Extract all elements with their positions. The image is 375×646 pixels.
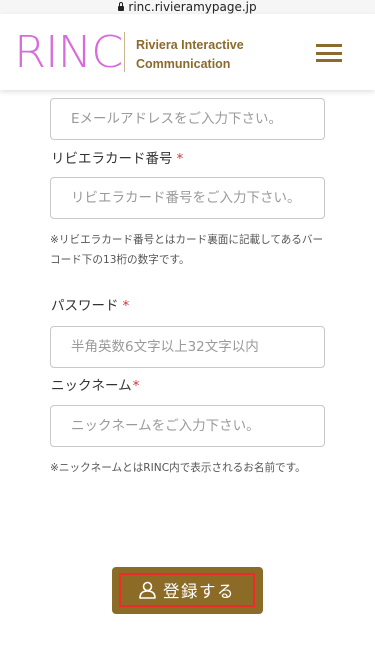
email-field[interactable] (50, 98, 325, 140)
register-button-label: 登録する (163, 582, 235, 601)
required-mark: * (176, 151, 184, 167)
nickname-field[interactable] (50, 405, 325, 447)
menu-bar (316, 44, 342, 47)
nickname-label-text: ニックネーム (51, 378, 132, 394)
card-number-label-text: リビエラカード番号 (51, 151, 173, 167)
nickname-note: ※ニックネームとはRINC内で表示されるお名前です。 (50, 462, 306, 474)
menu-bar (316, 51, 342, 55)
site-tagline: Riviera Interactive Communication (136, 36, 244, 74)
rinc-logo[interactable]: RINC (14, 31, 123, 75)
tagline-line-2: Communication (136, 57, 231, 71)
password-label: パスワード * (51, 294, 129, 314)
browser-url-bar[interactable]: rinc.rivieramypage.jp (0, 0, 375, 14)
tagline-line-1: Riviera Interactive (136, 38, 244, 52)
registration-page: rinc.rivieramypage.jp RINC Riviera Inter… (0, 0, 375, 646)
card-number-note: ※リビエラカード番号とはカード裏面に記載してあるバーコード下の13桁の数字です。 (50, 234, 324, 266)
hamburger-menu-icon[interactable] (316, 44, 342, 62)
required-mark: * (122, 298, 130, 314)
card-number-field[interactable] (50, 177, 325, 219)
password-label-text: パスワード (51, 298, 119, 314)
menu-bar (316, 59, 342, 62)
card-number-label: リビエラカード番号 * (51, 147, 183, 167)
logo-divider (124, 32, 125, 72)
lock-icon (118, 1, 125, 11)
url-text: rinc.rivieramypage.jp (128, 0, 257, 14)
site-header: RINC Riviera Interactive Communication (0, 14, 375, 90)
required-mark: * (132, 378, 140, 394)
register-button-highlight[interactable]: 登録する (119, 573, 255, 607)
user-icon (139, 581, 156, 599)
nickname-label: ニックネーム* (51, 374, 139, 394)
register-button[interactable]: 登録する (112, 567, 263, 614)
password-field[interactable] (50, 326, 325, 368)
